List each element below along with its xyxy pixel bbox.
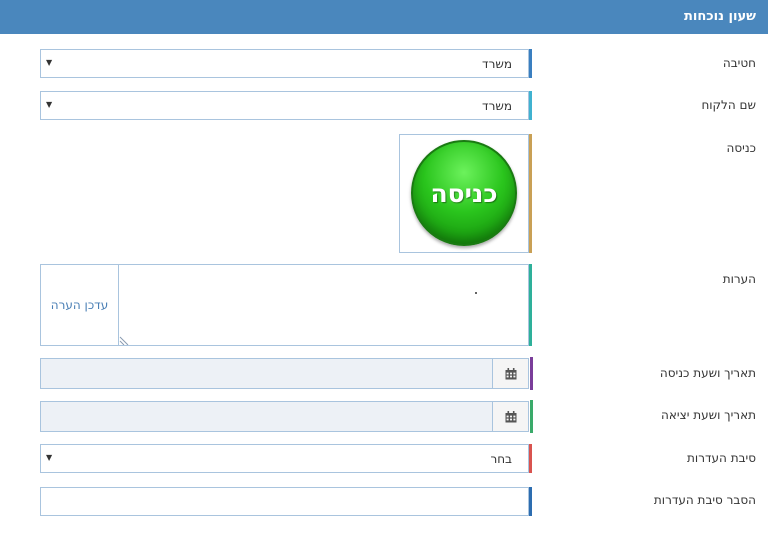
update-note-button[interactable]: עדכן הערה bbox=[41, 265, 119, 345]
exit-datetime-calendar-button[interactable] bbox=[493, 401, 529, 432]
customer-select[interactable]: משרד ▼ bbox=[40, 91, 532, 120]
entry-button-container: כניסה bbox=[399, 134, 532, 253]
text-cursor-dot bbox=[475, 292, 477, 294]
page-title: שעון נוכחות bbox=[684, 9, 756, 24]
entry-button[interactable]: כניסה bbox=[411, 140, 517, 246]
calendar-icon bbox=[505, 410, 516, 422]
exit-datetime-label: תאריך ושעת יציאה bbox=[661, 408, 756, 422]
division-accent bbox=[529, 49, 532, 78]
division-label: חטיבה bbox=[722, 56, 756, 70]
absence-reason-select-value: בחר bbox=[490, 452, 512, 466]
absence-reason-select[interactable]: בחר ▼ bbox=[40, 444, 532, 473]
division-select[interactable]: משרד ▼ bbox=[40, 49, 532, 78]
entry-datetime-input[interactable] bbox=[40, 358, 493, 389]
entry-datetime-label: תאריך ושעת כניסה bbox=[659, 366, 756, 380]
absence-reason-label: סיבת העדרות bbox=[687, 451, 756, 465]
app-header: שעון נוכחות bbox=[0, 0, 768, 34]
notes-textarea[interactable] bbox=[120, 265, 525, 345]
absence-explanation-input[interactable] bbox=[40, 487, 532, 516]
caret-down-icon: ▼ bbox=[46, 58, 53, 67]
customer-select-value: משרד bbox=[482, 99, 512, 113]
exit-datetime-accent bbox=[530, 400, 533, 433]
absence-reason-accent bbox=[529, 444, 532, 473]
entry-accent bbox=[529, 134, 532, 253]
notes-label: הערות bbox=[722, 272, 756, 286]
exit-datetime-input[interactable] bbox=[40, 401, 493, 432]
entry-datetime-field bbox=[40, 357, 533, 390]
resize-handle-icon[interactable] bbox=[119, 335, 129, 345]
notes-container: עדכן הערה bbox=[40, 264, 532, 346]
customer-accent bbox=[529, 91, 532, 120]
notes-accent bbox=[529, 264, 532, 346]
caret-down-icon: ▼ bbox=[46, 453, 53, 462]
customer-label: שם הלקוח bbox=[701, 98, 756, 112]
entry-datetime-calendar-button[interactable] bbox=[493, 358, 529, 389]
caret-down-icon: ▼ bbox=[46, 100, 53, 109]
absence-explanation-accent bbox=[529, 487, 532, 516]
exit-datetime-field bbox=[40, 400, 533, 433]
division-select-value: משרד bbox=[482, 57, 512, 71]
entry-label: כניסה bbox=[726, 141, 756, 155]
absence-explanation-label: הסבר סיבת העדרות bbox=[653, 493, 756, 507]
calendar-icon bbox=[505, 367, 516, 379]
entry-button-label: כניסה bbox=[430, 178, 498, 208]
entry-datetime-accent bbox=[530, 357, 533, 390]
